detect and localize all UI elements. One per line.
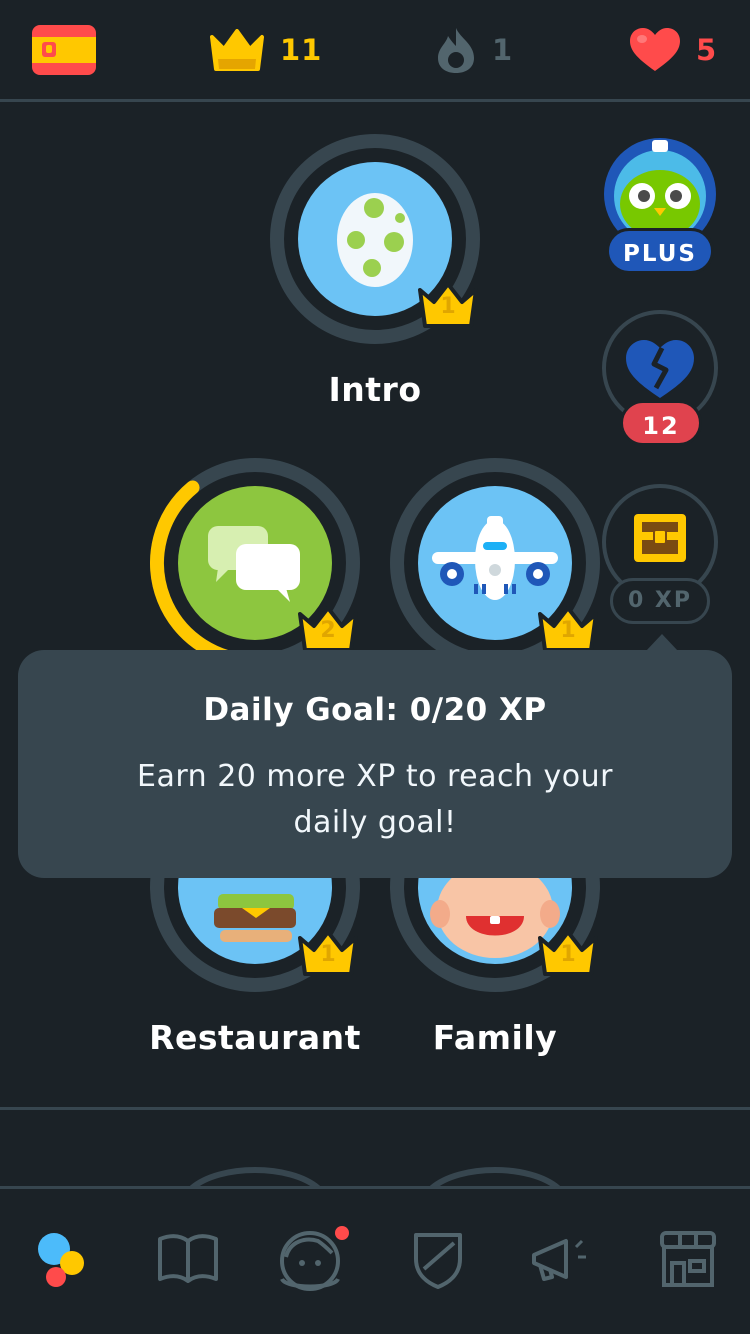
daily-goal-tooltip: Daily Goal: 0/20 XP Earn 20 more XP to r… (18, 650, 732, 878)
skill-label: Intro (328, 370, 422, 409)
nav-leagues[interactable] (398, 1219, 478, 1299)
crown-badge: 1 (296, 928, 360, 978)
crown-badge: 2 (296, 604, 360, 654)
crown-badge: 1 (536, 928, 600, 978)
crowns-counter[interactable]: 11 (208, 29, 323, 71)
health-count: 12 (620, 400, 702, 446)
top-bar: 11 1 5 (0, 0, 750, 102)
tooltip-body: Earn 20 more XP to reach your daily goal… (137, 759, 613, 840)
skill-phrases[interactable]: 2 (150, 458, 360, 668)
nav-stories[interactable] (148, 1219, 228, 1299)
nav-news[interactable] (522, 1219, 602, 1299)
tooltip-arrow (646, 634, 678, 651)
crown-level: 1 (560, 618, 576, 643)
shop-icon (660, 1231, 716, 1287)
crown-level: 1 (320, 942, 336, 967)
profile-icon (280, 1226, 349, 1291)
nav-learn[interactable] (22, 1219, 102, 1299)
crown-level: 2 (320, 618, 336, 643)
spain-flag-icon (32, 25, 96, 75)
plus-badge: PLUS (606, 228, 714, 274)
hearts-counter[interactable]: 5 (628, 28, 718, 71)
plus-button[interactable]: PLUS (602, 136, 718, 276)
top-divider (0, 99, 750, 102)
nav-shop[interactable] (648, 1219, 728, 1299)
health-button[interactable]: 12 (602, 310, 718, 446)
crowns-count: 11 (280, 33, 323, 67)
chest-button[interactable]: 0 XP (602, 484, 718, 624)
crown-icon (210, 29, 264, 71)
flame-icon (438, 28, 474, 73)
skill-intro[interactable]: 1 (270, 134, 480, 344)
skill-label: Family (432, 1018, 558, 1057)
crown-level: 1 (560, 942, 576, 967)
nav-profile[interactable] (272, 1219, 352, 1299)
streak-count: 1 (492, 33, 514, 67)
notification-dot (335, 1226, 349, 1240)
streak-counter[interactable]: 1 (434, 28, 514, 73)
crown-badge: 1 (536, 604, 600, 654)
crown-level: 1 (440, 294, 456, 319)
xp-label: 0 XP (610, 578, 710, 624)
learn-dots-icon (38, 1233, 84, 1287)
section-divider (0, 1107, 750, 1110)
bottom-nav (0, 1186, 750, 1334)
language-flag-button[interactable] (32, 25, 96, 75)
shield-icon (414, 1233, 462, 1289)
crown-badge: 1 (416, 280, 480, 330)
hearts-count: 5 (696, 33, 718, 67)
skill-travel[interactable]: 1 (390, 458, 600, 668)
book-icon (158, 1234, 218, 1283)
tooltip-title: Daily Goal: 0/20 XP (203, 692, 547, 728)
heart-icon (630, 28, 680, 71)
megaphone-icon (532, 1239, 586, 1281)
